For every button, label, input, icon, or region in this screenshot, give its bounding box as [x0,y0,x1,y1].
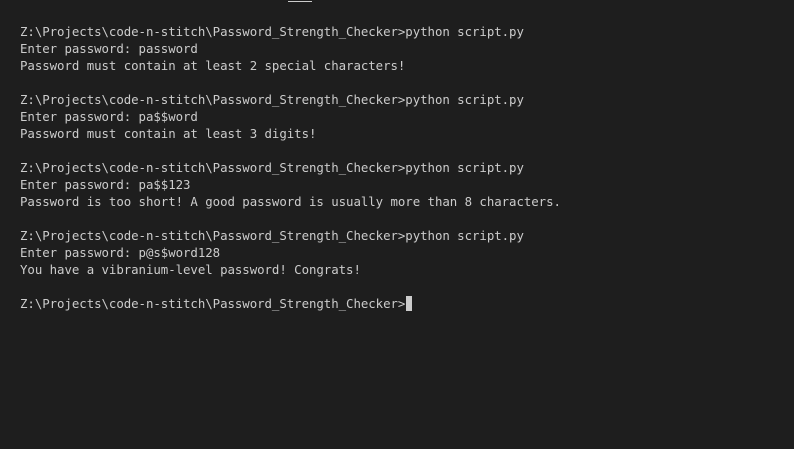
output-message-line: Password must contain at least 3 digits! [20,126,317,141]
terminal-window[interactable]: Z:\Projects\code-n-stitch\Password_Stren… [0,0,794,449]
command-prompt-line: Z:\Projects\code-n-stitch\Password_Stren… [20,160,524,175]
command-prompt-line: Z:\Projects\code-n-stitch\Password_Stren… [20,24,524,39]
command-prompt-line: Z:\Projects\code-n-stitch\Password_Stren… [20,228,524,243]
command-prompt-line: Z:\Projects\code-n-stitch\Password_Stren… [20,92,524,107]
output-message-line: Password must contain at least 2 special… [20,58,406,73]
current-prompt-text: Z:\Projects\code-n-stitch\Password_Stren… [20,296,406,311]
password-input-line: Enter password: pa$$word [20,109,198,124]
password-input-line: Enter password: password [20,41,198,56]
active-tab-indicator [288,1,312,2]
password-input-line: Enter password: pa$$123 [20,177,191,192]
output-message-line: You have a vibranium-level password! Con… [20,262,361,277]
password-input-line: Enter password: p@s$word128 [20,245,221,260]
text-cursor [406,296,413,311]
current-prompt-line[interactable]: Z:\Projects\code-n-stitch\Password_Stren… [20,295,794,312]
output-message-line: Password is too short! A good password i… [20,194,561,209]
